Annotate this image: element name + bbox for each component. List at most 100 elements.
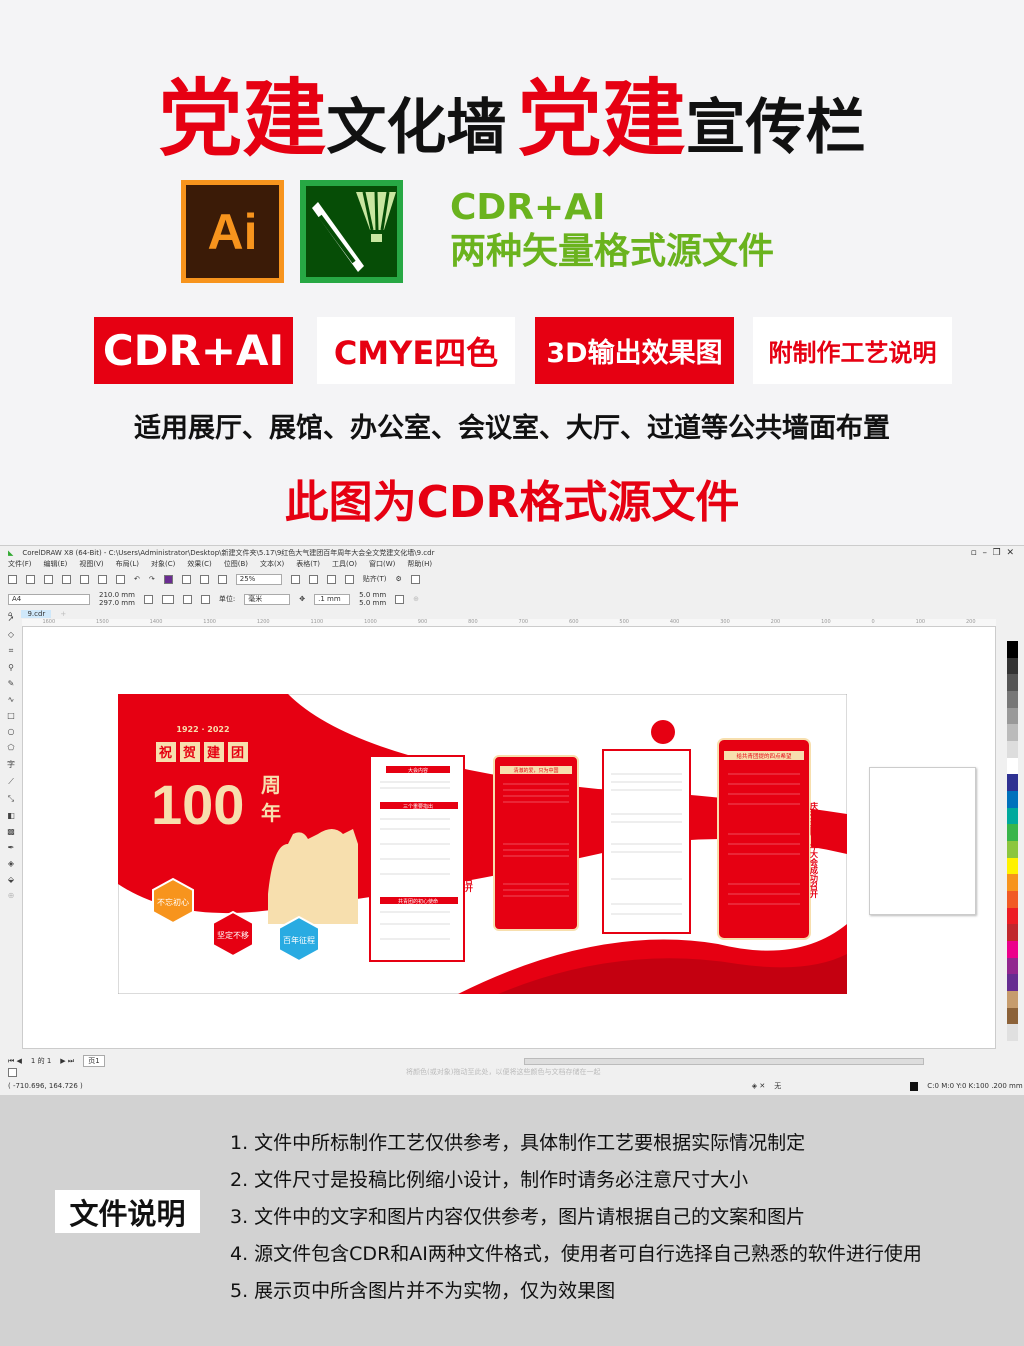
save-icon[interactable] <box>44 574 53 584</box>
swatch[interactable] <box>1007 1024 1018 1042</box>
swatch[interactable] <box>1007 924 1018 942</box>
menu-file[interactable]: 文件(F) <box>8 559 32 569</box>
menu-table[interactable]: 表格(T) <box>296 559 320 569</box>
artistic-media-icon[interactable]: ∿ <box>8 695 15 704</box>
page-size-select[interactable]: A4 <box>8 593 90 605</box>
print-icon[interactable] <box>62 574 71 584</box>
open-icon[interactable] <box>26 574 35 584</box>
swatch[interactable] <box>1007 741 1018 758</box>
drawing-canvas[interactable]: 1922 · 2022 祝 贺 建 团 100 周 年 不忘初心 坚定不移 百年… <box>22 626 996 1049</box>
swatch[interactable] <box>1007 691 1018 708</box>
window-controls[interactable]: ▫ – ❐ ✕ <box>971 548 1024 558</box>
swatch[interactable] <box>1007 657 1018 675</box>
nudge-field[interactable]: .1 mm <box>314 593 351 605</box>
menu-tools[interactable]: 工具(O) <box>332 559 357 569</box>
cut-icon[interactable] <box>80 574 89 584</box>
menu-object[interactable]: 对象(C) <box>151 559 175 569</box>
page-width-field[interactable]: 210.0 mm <box>99 591 135 599</box>
horizontal-scrollbar[interactable] <box>523 1057 924 1065</box>
add-tool-icon[interactable]: ⊕ <box>8 891 15 900</box>
swatch[interactable] <box>1007 774 1018 792</box>
swatch[interactable] <box>1007 707 1018 725</box>
swatch[interactable] <box>1007 957 1018 975</box>
swatch[interactable] <box>1007 891 1018 908</box>
swatch[interactable] <box>1007 974 1018 992</box>
text-tool-icon[interactable]: 字 <box>7 759 15 770</box>
menu-effects[interactable]: 效果(C) <box>187 559 211 569</box>
swatch[interactable] <box>1007 841 1018 858</box>
copy-icon[interactable] <box>98 574 107 584</box>
artwork[interactable]: 1922 · 2022 祝 贺 建 团 100 周 年 不忘初心 坚定不移 百年… <box>118 694 847 994</box>
menu-layout[interactable]: 布局(L) <box>116 559 139 569</box>
current-page-icon[interactable] <box>200 594 210 604</box>
no-color-swatch[interactable] <box>8 1067 17 1077</box>
menu-help[interactable]: 帮助(H) <box>407 559 432 569</box>
snap-to-dropdown[interactable]: 贴齐(T) <box>363 574 387 584</box>
swatch[interactable] <box>1007 874 1018 892</box>
interactive-fill-icon[interactable]: ◈ <box>8 859 14 868</box>
swatch[interactable] <box>1007 807 1018 825</box>
export-icon[interactable] <box>199 574 209 584</box>
pick-tool-icon[interactable]: ➚ <box>8 614 15 623</box>
units-select[interactable]: 毫米 <box>244 593 291 605</box>
crop-tool-icon[interactable]: ⌗ <box>9 646 14 656</box>
swatch[interactable] <box>1007 724 1018 742</box>
page-nav-arrows[interactable]: ▶ ⏭ <box>60 1057 74 1066</box>
shape-tool-icon[interactable]: ◇ <box>8 630 14 639</box>
swatch[interactable] <box>1007 941 1018 958</box>
swatch[interactable] <box>1007 1007 1018 1025</box>
rectangle-tool-icon[interactable]: □ <box>7 711 15 720</box>
polygon-tool-icon[interactable]: ⬠ <box>8 743 15 752</box>
import-icon[interactable] <box>181 574 191 584</box>
swatch[interactable] <box>1007 991 1018 1008</box>
grid-icon[interactable] <box>326 574 336 584</box>
new-icon[interactable] <box>8 574 17 584</box>
transparency-icon[interactable]: ▩ <box>7 827 15 836</box>
add-icon[interactable]: ⊕ <box>413 595 419 603</box>
zoom-select[interactable]: 25% <box>235 573 282 585</box>
search-content-icon[interactable] <box>163 574 173 584</box>
swatch[interactable] <box>1007 674 1018 692</box>
page-tab[interactable]: 页1 <box>83 1055 105 1067</box>
full-screen-icon[interactable] <box>290 574 300 584</box>
new-tab-icon[interactable]: + <box>60 610 66 618</box>
landscape-icon[interactable] <box>161 594 174 604</box>
swatch[interactable] <box>1007 641 1018 658</box>
menu-bitmaps[interactable]: 位图(B) <box>224 559 248 569</box>
ellipse-tool-icon[interactable]: ○ <box>8 727 15 736</box>
eyedropper-icon[interactable]: ✒ <box>8 843 15 852</box>
smart-fill-icon[interactable]: ⬙ <box>8 875 14 884</box>
document-tab[interactable]: 9.cdr <box>21 609 52 618</box>
menu-edit[interactable]: 编辑(E) <box>44 559 68 569</box>
swatch[interactable] <box>1007 857 1018 875</box>
swatch[interactable] <box>1007 757 1018 775</box>
pdf-icon[interactable] <box>217 574 227 584</box>
page-nav-arrows[interactable]: ⏮ ◀ <box>8 1057 22 1066</box>
rulers-icon[interactable] <box>308 574 318 584</box>
portrait-icon[interactable] <box>143 594 153 604</box>
duplicate-y-field[interactable]: 5.0 mm <box>359 599 386 607</box>
page-height-field[interactable]: 297.0 mm <box>99 599 135 607</box>
guidelines-icon[interactable] <box>344 574 354 584</box>
paste-icon[interactable] <box>116 574 125 584</box>
drop-shadow-icon[interactable]: ◧ <box>7 811 15 820</box>
menu-text[interactable]: 文本(X) <box>260 559 284 569</box>
menu-window[interactable]: 窗口(W) <box>369 559 395 569</box>
swatch[interactable] <box>1007 824 1018 842</box>
parallel-dimension-icon[interactable]: ⟋ <box>8 777 14 787</box>
options-gear-icon[interactable]: ⚙ <box>396 575 402 583</box>
swatch[interactable] <box>1007 907 1018 925</box>
duplicate-x-field[interactable]: 5.0 mm <box>359 591 386 599</box>
zoom-tool-icon[interactable]: ⚲ <box>8 663 14 672</box>
blank-page-preview[interactable] <box>869 767 976 915</box>
menu-view[interactable]: 视图(V) <box>79 559 103 569</box>
freehand-tool-icon[interactable]: ✎ <box>8 679 15 688</box>
treat-as-filled-icon[interactable] <box>395 594 405 604</box>
launch-icon[interactable] <box>410 574 420 584</box>
swatch[interactable] <box>1007 791 1018 808</box>
redo-icon[interactable]: ↷ <box>149 575 155 583</box>
undo-icon[interactable]: ↶ <box>134 575 140 583</box>
all-pages-icon[interactable] <box>182 594 192 604</box>
connector-tool-icon[interactable]: ⤡ <box>8 794 14 804</box>
color-palette[interactable] <box>1007 641 1018 1042</box>
